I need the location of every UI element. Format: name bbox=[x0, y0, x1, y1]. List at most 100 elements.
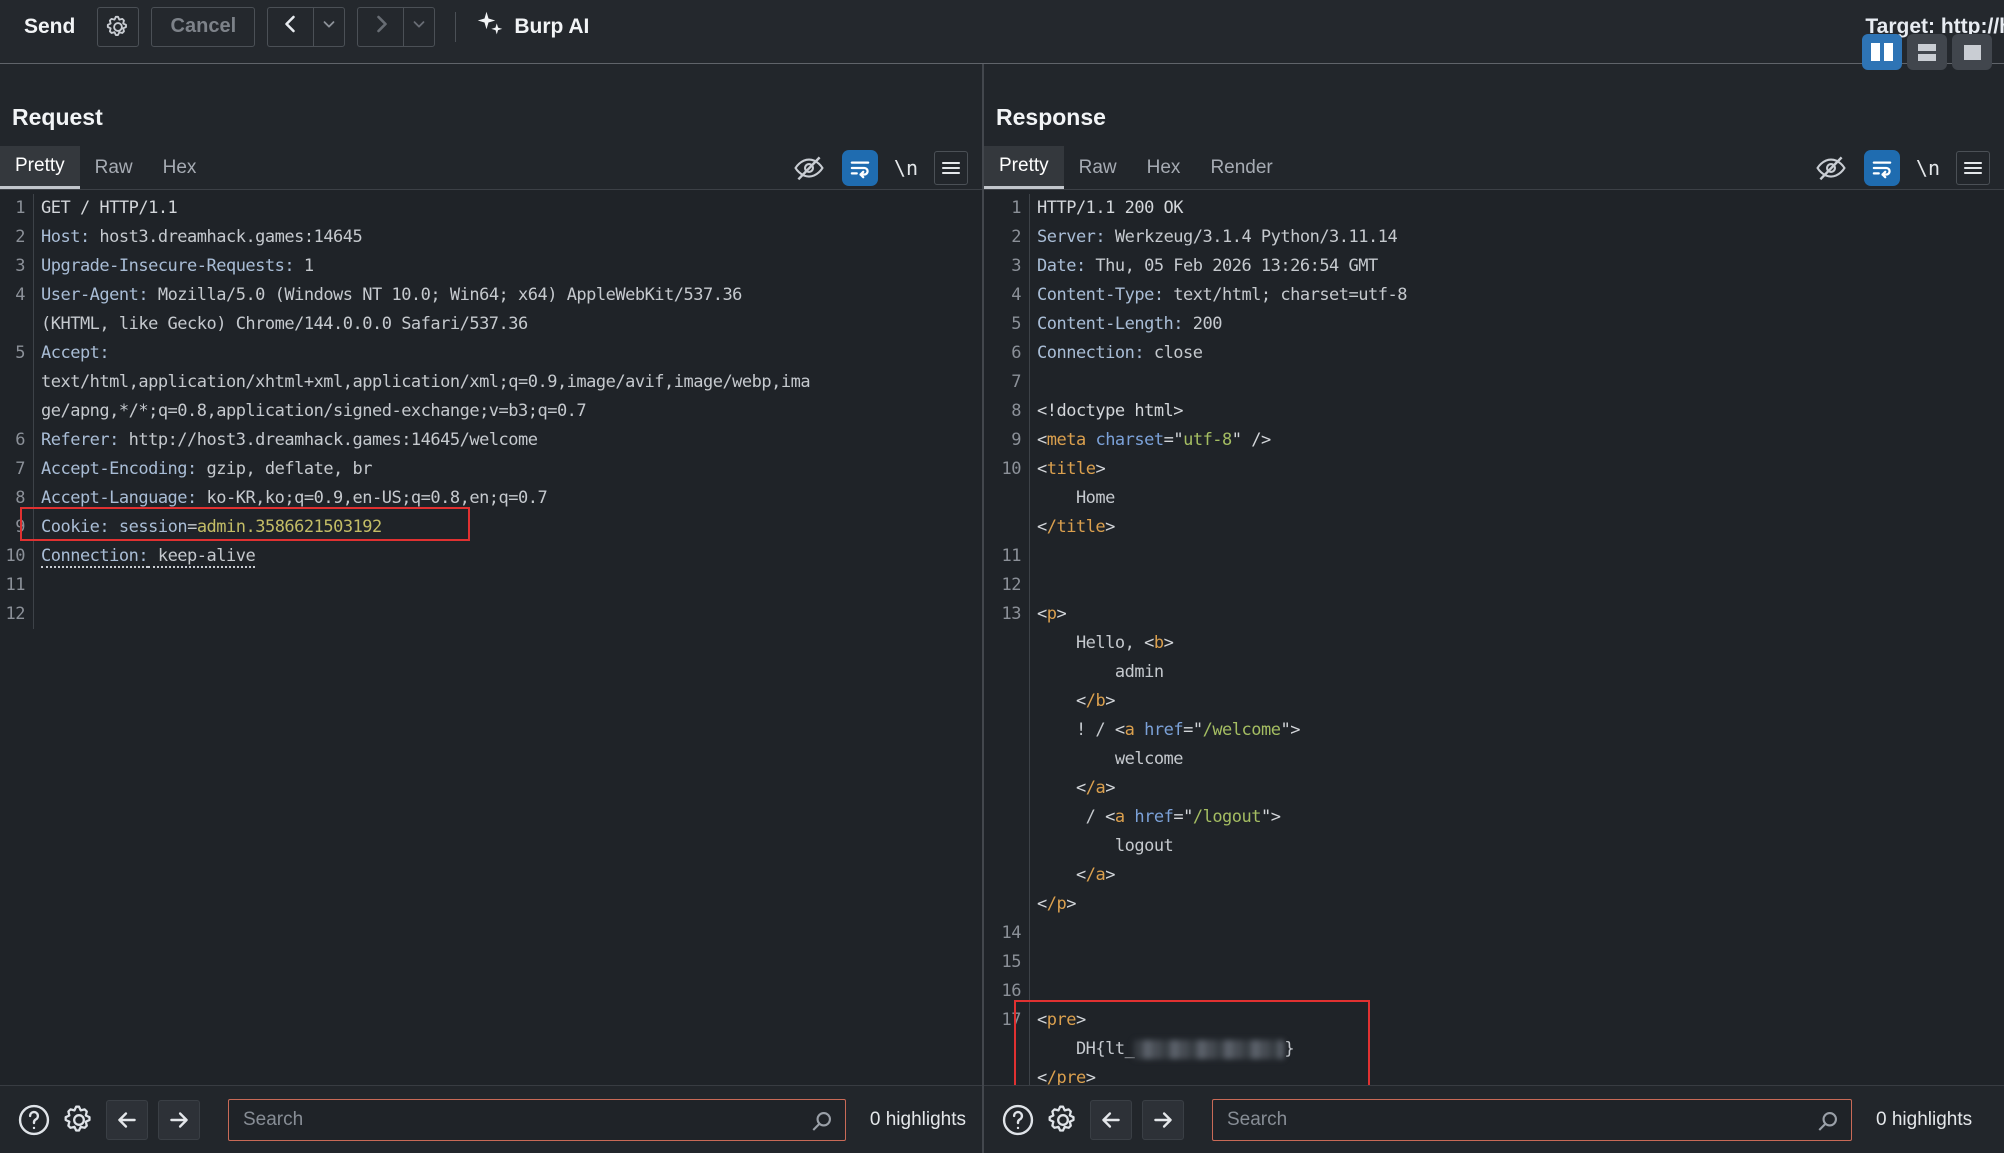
forward-dropdown-button[interactable] bbox=[403, 7, 435, 47]
word-wrap-icon[interactable] bbox=[842, 150, 878, 186]
cancel-button[interactable]: Cancel bbox=[151, 7, 255, 47]
line-number: 4 bbox=[984, 281, 1030, 310]
request-tab-hex[interactable]: Hex bbox=[148, 146, 212, 189]
code-row: 1HTTP/1.1 200 OK bbox=[984, 194, 2004, 223]
line-number bbox=[984, 629, 1030, 658]
response-panel-title: Response bbox=[984, 64, 2004, 146]
line-number bbox=[984, 803, 1030, 832]
request-tab-raw[interactable]: Raw bbox=[80, 146, 148, 189]
code-row: 7 bbox=[984, 368, 2004, 397]
gear-icon[interactable] bbox=[1046, 1103, 1080, 1137]
burp-ai-button[interactable]: Burp AI bbox=[476, 10, 589, 44]
code-row: 3Date: Thu, 05 Feb 2026 13:26:54 GMT bbox=[984, 252, 2004, 281]
request-tab-pretty[interactable]: Pretty bbox=[0, 146, 80, 189]
response-tab-raw[interactable]: Raw bbox=[1064, 146, 1132, 189]
search-next-button[interactable] bbox=[158, 1100, 200, 1140]
code-row: DH{lt_} bbox=[984, 1035, 2004, 1064]
eye-slash-icon[interactable] bbox=[1814, 151, 1848, 185]
code-text: Date: Thu, 05 Feb 2026 13:26:54 GMT bbox=[1030, 252, 1378, 281]
search-next-button[interactable] bbox=[1142, 1100, 1184, 1140]
code-row: </a> bbox=[984, 861, 2004, 890]
response-panel: Response Pretty Raw Hex Render bbox=[984, 64, 2004, 1153]
code-text: Cookie: session=admin.3586621503192 bbox=[34, 513, 382, 542]
chevron-right-icon bbox=[369, 12, 393, 41]
search-input[interactable] bbox=[228, 1099, 846, 1141]
code-row: Hello, <b> bbox=[984, 629, 2004, 658]
line-number bbox=[984, 716, 1030, 745]
line-number bbox=[984, 745, 1030, 774]
line-number: 2 bbox=[0, 223, 34, 252]
response-tab-render[interactable]: Render bbox=[1195, 146, 1287, 189]
code-row: 7Accept-Encoding: gzip, deflate, br bbox=[0, 455, 982, 484]
code-text: </pre> bbox=[1030, 1064, 1095, 1085]
code-row: 4Content-Type: text/html; charset=utf-8 bbox=[984, 281, 2004, 310]
eye-slash-icon[interactable] bbox=[792, 151, 826, 185]
chevron-down-icon bbox=[320, 15, 338, 38]
layout-switcher bbox=[1862, 34, 1992, 70]
send-button[interactable]: Send bbox=[24, 15, 75, 39]
code-text: Content-Type: text/html; charset=utf-8 bbox=[1030, 281, 1407, 310]
code-text bbox=[1030, 542, 1037, 571]
code-text: Content-Length: 200 bbox=[1030, 310, 1222, 339]
search-icon[interactable] bbox=[1814, 1107, 1842, 1140]
code-text: Accept-Encoding: gzip, deflate, br bbox=[34, 455, 372, 484]
message-editor-split: Request Pretty Raw Hex bbox=[0, 64, 2004, 1153]
line-number: 12 bbox=[984, 571, 1030, 600]
response-tab-pretty[interactable]: Pretty bbox=[984, 146, 1064, 189]
repeater-toolbar: Send Cancel bbox=[0, 0, 2004, 64]
code-row: admin bbox=[984, 658, 2004, 687]
line-number: 5 bbox=[0, 339, 34, 368]
word-wrap-icon[interactable] bbox=[1864, 150, 1900, 186]
code-text: / <a href="/logout"> bbox=[1030, 803, 1280, 832]
request-editor[interactable]: 1GET / HTTP/1.12Host: host3.dreamhack.ga… bbox=[0, 190, 982, 1085]
newline-toggle[interactable]: \n bbox=[894, 156, 918, 180]
burp-repeater-window: Send Cancel bbox=[0, 0, 2004, 1153]
back-button[interactable] bbox=[267, 7, 313, 47]
code-text: Accept-Language: ko-KR,ko;q=0.9,en-US;q=… bbox=[34, 484, 547, 513]
line-number: 5 bbox=[984, 310, 1030, 339]
newline-toggle[interactable]: \n bbox=[1916, 156, 1940, 180]
columns-layout-icon[interactable] bbox=[1862, 34, 1902, 70]
hamburger-menu-icon[interactable] bbox=[1956, 151, 1990, 185]
response-editor[interactable]: 1HTTP/1.1 200 OK2Server: Werkzeug/3.1.4 … bbox=[984, 190, 2004, 1085]
line-number bbox=[984, 513, 1030, 542]
response-tab-hex[interactable]: Hex bbox=[1132, 146, 1196, 189]
question-icon[interactable] bbox=[16, 1102, 52, 1138]
single-layout-icon[interactable] bbox=[1952, 34, 1992, 70]
line-number: 8 bbox=[984, 397, 1030, 426]
code-text: GET / HTTP/1.1 bbox=[34, 194, 177, 223]
code-row: </pre> bbox=[984, 1064, 2004, 1085]
hamburger-menu-icon[interactable] bbox=[934, 151, 968, 185]
code-text: <title> bbox=[1030, 455, 1105, 484]
rows-layout-icon[interactable] bbox=[1907, 34, 1947, 70]
search-input[interactable] bbox=[1212, 1099, 1852, 1141]
line-number: 6 bbox=[0, 426, 34, 455]
search-icon[interactable] bbox=[808, 1107, 836, 1140]
code-text: DH{lt_} bbox=[1030, 1035, 1294, 1064]
send-settings-button[interactable] bbox=[97, 7, 139, 47]
back-dropdown-button[interactable] bbox=[313, 7, 345, 47]
response-editor-options: \n bbox=[1814, 146, 1990, 189]
forward-button[interactable] bbox=[357, 7, 403, 47]
code-text bbox=[1030, 919, 1037, 948]
search-prev-button[interactable] bbox=[106, 1100, 148, 1140]
line-number: 4 bbox=[0, 281, 34, 310]
search-prev-button[interactable] bbox=[1090, 1100, 1132, 1140]
line-number: 11 bbox=[984, 542, 1030, 571]
code-row: logout bbox=[984, 832, 2004, 861]
gear-icon[interactable] bbox=[62, 1103, 96, 1137]
history-forward-group bbox=[357, 7, 435, 47]
line-number: 9 bbox=[0, 513, 34, 542]
code-text: <meta charset="utf-8" /> bbox=[1030, 426, 1271, 455]
code-row: 17<pre> bbox=[984, 1006, 2004, 1035]
code-row: 10<title> bbox=[984, 455, 2004, 484]
code-text: </p> bbox=[1030, 890, 1076, 919]
line-number: 16 bbox=[984, 977, 1030, 1006]
code-text bbox=[1030, 977, 1037, 1006]
code-text: Referer: http://host3.dreamhack.games:14… bbox=[34, 426, 538, 455]
code-text: Home bbox=[1030, 484, 1115, 513]
line-number bbox=[0, 368, 34, 397]
code-row: 12 bbox=[984, 571, 2004, 600]
question-icon[interactable] bbox=[1000, 1102, 1036, 1138]
request-panel: Request Pretty Raw Hex bbox=[0, 64, 982, 1153]
